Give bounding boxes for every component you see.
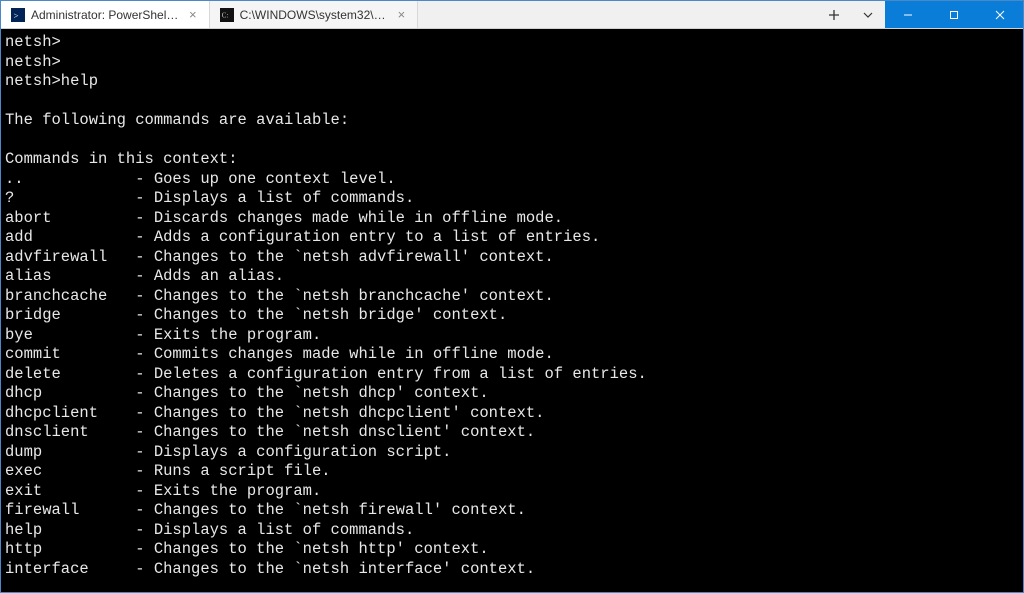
svg-text:C:: C: (221, 11, 228, 19)
svg-text:>: > (14, 10, 19, 20)
tab-cmd[interactable]: C: C:\WINDOWS\system32\cmd.exe × (210, 1, 419, 28)
tab-title: C:\WINDOWS\system32\cmd.exe (240, 8, 390, 22)
tab-powershell[interactable]: > Administrator: PowerShell Core 6.2.1 × (1, 1, 210, 28)
maximize-button[interactable] (931, 1, 977, 28)
tab-dropdown-button[interactable] (851, 1, 885, 28)
minimize-button[interactable] (885, 1, 931, 28)
powershell-icon: > (11, 8, 25, 22)
tab-strip: > Administrator: PowerShell Core 6.2.1 ×… (1, 1, 817, 28)
cmd-icon: C: (220, 8, 234, 22)
window-controls (885, 1, 1023, 28)
terminal-output[interactable]: netsh> netsh> netsh>help The following c… (1, 29, 1023, 592)
new-tab-button[interactable] (817, 1, 851, 28)
close-icon[interactable]: × (396, 7, 408, 22)
close-button[interactable] (977, 1, 1023, 28)
tab-title: Administrator: PowerShell Core 6.2.1 (31, 8, 181, 22)
titlebar: > Administrator: PowerShell Core 6.2.1 ×… (1, 1, 1023, 29)
terminal-window: > Administrator: PowerShell Core 6.2.1 ×… (0, 0, 1024, 593)
tabbar-actions (817, 1, 885, 28)
close-icon[interactable]: × (187, 7, 199, 22)
